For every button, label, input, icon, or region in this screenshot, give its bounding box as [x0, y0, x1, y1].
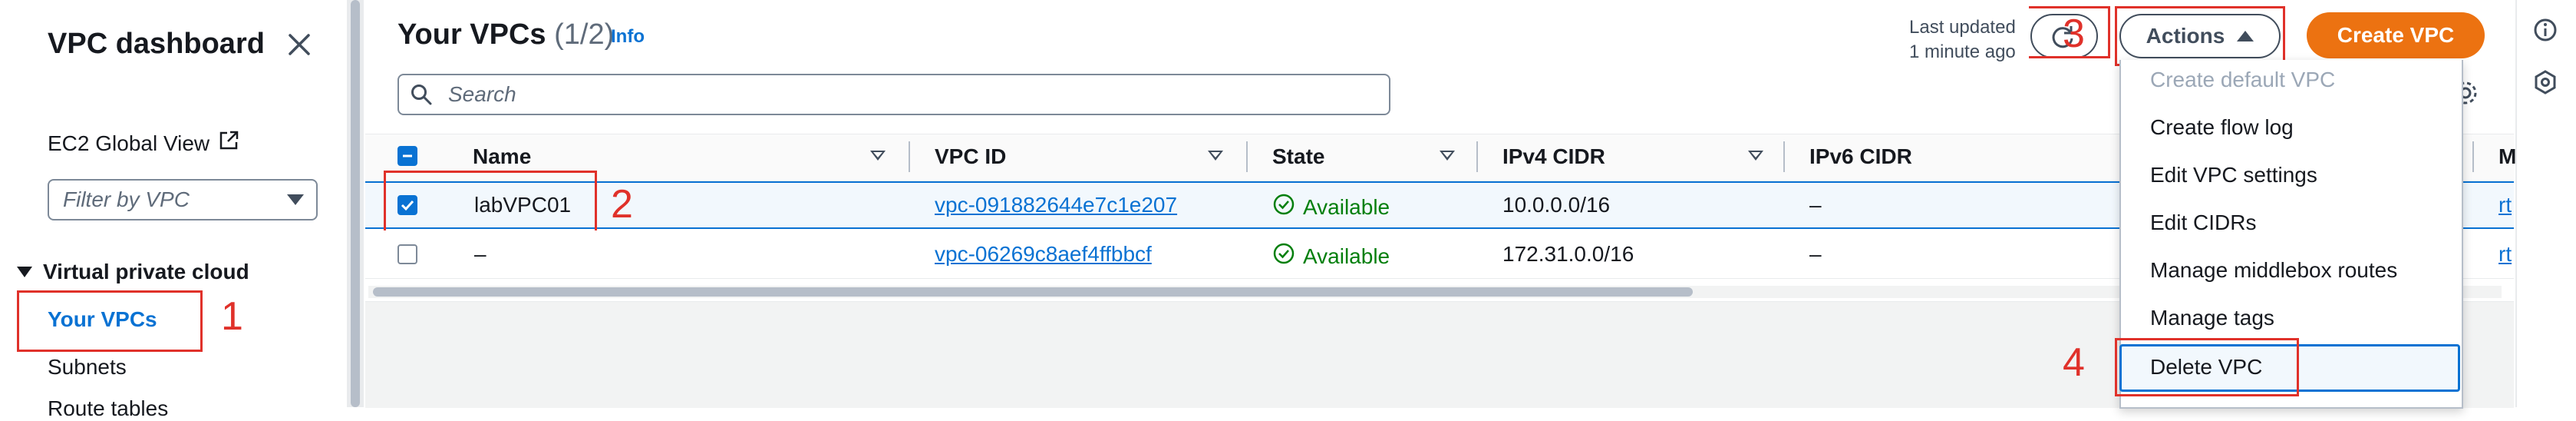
row-checkbox[interactable]	[397, 244, 417, 264]
route-table-link[interactable]: rt	[2498, 242, 2512, 267]
info-link[interactable]: Info	[611, 26, 645, 48]
sidebar-item-your-vpcs[interactable]: Your VPCs	[48, 307, 157, 332]
sidebar-item-subnets[interactable]: Subnets	[48, 355, 127, 380]
ipv4-cidr: 10.0.0.0/16	[1502, 193, 1611, 217]
column-divider[interactable]	[1246, 141, 1248, 172]
actions-button[interactable]: Actions	[2119, 14, 2281, 58]
ipv6-cidr: –	[1809, 242, 1822, 266]
info-circle-icon[interactable]	[2532, 17, 2558, 43]
vpc-filter-select[interactable]: Filter by VPC	[48, 179, 318, 220]
vpc-name: –	[474, 242, 487, 266]
horizontal-scrollbar[interactable]	[373, 287, 1693, 297]
check-circle-icon	[1272, 193, 1295, 221]
column-divider[interactable]	[1783, 141, 1785, 172]
check-circle-icon	[1272, 242, 1295, 270]
caret-up-icon	[2237, 31, 2254, 41]
menu-item-edit-cidrs[interactable]: Edit CIDRs	[2150, 210, 2256, 235]
menu-item-manage-tags[interactable]: Manage tags	[2150, 306, 2274, 330]
actions-label: Actions	[2146, 24, 2225, 48]
search-placeholder: Search	[448, 82, 516, 106]
selection-count: (1/2)	[554, 18, 615, 51]
right-rail	[2515, 0, 2576, 407]
annotation-number-1: 1	[221, 294, 243, 339]
close-icon[interactable]	[284, 29, 315, 60]
external-link-icon	[217, 129, 240, 157]
column-header-truncated[interactable]: M	[2498, 144, 2516, 169]
row-checkbox[interactable]	[397, 195, 417, 215]
status-text: Available	[1303, 244, 1390, 268]
status-badge: Available	[1272, 193, 1390, 221]
column-header-name[interactable]: Name	[473, 144, 531, 169]
menu-item-edit-vpc-settings[interactable]: Edit VPC settings	[2150, 163, 2317, 187]
hexagon-icon[interactable]	[2532, 69, 2558, 95]
page-title-text: Your VPCs	[397, 18, 546, 51]
menu-item-manage-middlebox-routes[interactable]: Manage middlebox routes	[2150, 258, 2397, 283]
last-updated-time: 1 minute ago	[1909, 41, 2016, 62]
section-virtual-private-cloud[interactable]: Virtual private cloud	[17, 260, 249, 284]
search-icon	[410, 83, 433, 106]
vpc-id-link[interactable]: vpc-091882644e7c1e207	[935, 193, 1177, 217]
annotation-number-3: 3	[2063, 12, 2085, 56]
menu-item-delete-vpc[interactable]: Delete VPC	[2150, 355, 2262, 380]
ec2-global-view-link[interactable]: EC2 Global View	[48, 129, 240, 157]
column-divider[interactable]	[909, 141, 910, 172]
sidebar-scrollbar[interactable]	[351, 0, 360, 407]
select-all-checkbox[interactable]	[397, 146, 417, 166]
caret-down-icon	[287, 194, 304, 205]
ipv4-cidr: 172.31.0.0/16	[1502, 242, 1634, 266]
vpc-name: labVPC01	[474, 193, 572, 217]
column-header-vpc-id[interactable]: VPC ID	[935, 144, 1006, 169]
ec2-global-view-label: EC2 Global View	[48, 131, 210, 155]
ipv6-cidr: –	[1809, 193, 1822, 217]
sort-icon[interactable]	[1440, 151, 1455, 161]
column-header-ipv6-cidr[interactable]: IPv6 CIDR	[1809, 144, 1912, 169]
sort-icon[interactable]	[1748, 151, 1763, 161]
sidebar-item-route-tables[interactable]: Route tables	[48, 396, 168, 421]
create-vpc-button[interactable]: Create VPC	[2307, 12, 2485, 58]
annotation-number-4: 4	[2063, 340, 2085, 385]
annotation-number-2: 2	[611, 182, 633, 227]
column-divider[interactable]	[2472, 141, 2474, 172]
menu-item-create-default-vpc: Create default VPC	[2150, 68, 2336, 91]
menu-item-create-flow-log[interactable]: Create flow log	[2150, 115, 2294, 140]
vpc-filter-placeholder: Filter by VPC	[63, 187, 190, 211]
last-updated: Last updated 1 minute ago	[1909, 15, 2016, 65]
vpc-id-link[interactable]: vpc-06269c8aef4ffbbcf	[935, 242, 1152, 267]
caret-down-icon	[17, 267, 32, 277]
sort-icon[interactable]	[870, 151, 886, 161]
status-text: Available	[1303, 194, 1390, 219]
column-divider[interactable]	[1476, 141, 1478, 172]
status-badge: Available	[1272, 242, 1390, 270]
section-label: Virtual private cloud	[43, 260, 249, 283]
column-header-ipv4-cidr[interactable]: IPv4 CIDR	[1502, 144, 1605, 169]
column-header-state[interactable]: State	[1272, 144, 1324, 169]
route-table-link[interactable]: rt	[2498, 193, 2512, 217]
last-updated-label: Last updated	[1909, 17, 2016, 38]
sort-icon[interactable]	[1208, 151, 1223, 161]
search-input[interactable]: Search	[397, 74, 1390, 115]
page-title: Your VPCs (1/2)	[397, 18, 614, 51]
sidebar-title: VPC dashboard	[48, 28, 265, 60]
